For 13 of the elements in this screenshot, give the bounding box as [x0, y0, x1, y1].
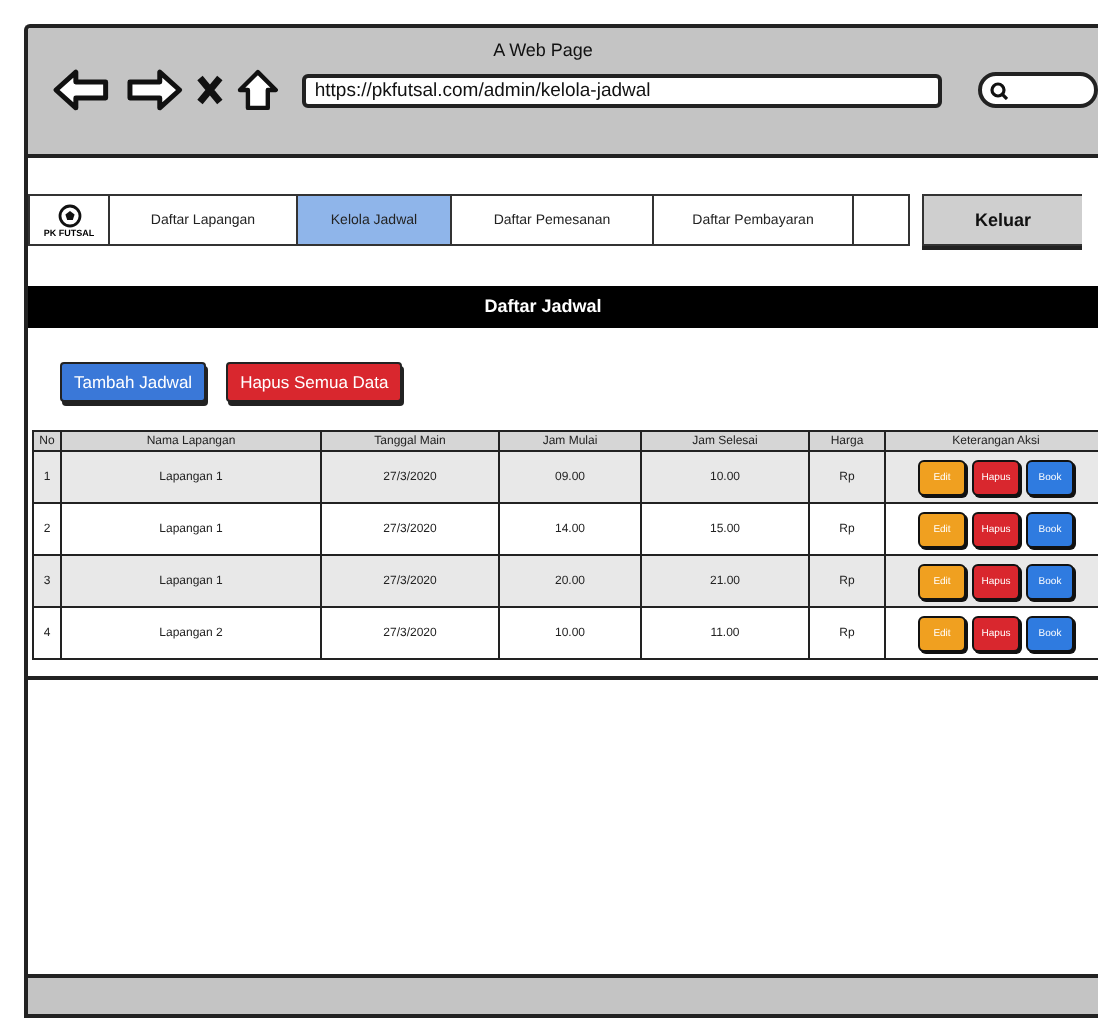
forward-icon[interactable]	[123, 68, 184, 112]
back-icon[interactable]	[52, 68, 112, 112]
url-field[interactable]: https://pkfutsal.com/admin/kelola-jadwal	[302, 73, 943, 107]
add-schedule-button[interactable]: Tambah Jadwal	[60, 362, 207, 402]
section-title: Daftar Jadwal	[28, 286, 1098, 328]
close-icon[interactable]	[195, 74, 223, 106]
logout-button[interactable]: Keluar	[922, 194, 1082, 246]
home-icon[interactable]	[235, 68, 279, 112]
soccer-ball-icon	[57, 203, 81, 227]
window-title: A Web Page	[493, 40, 593, 60]
search-field[interactable]	[978, 72, 1098, 108]
delete-all-button[interactable]: Hapus Semua Data	[226, 362, 403, 402]
search-icon	[990, 81, 1009, 99]
